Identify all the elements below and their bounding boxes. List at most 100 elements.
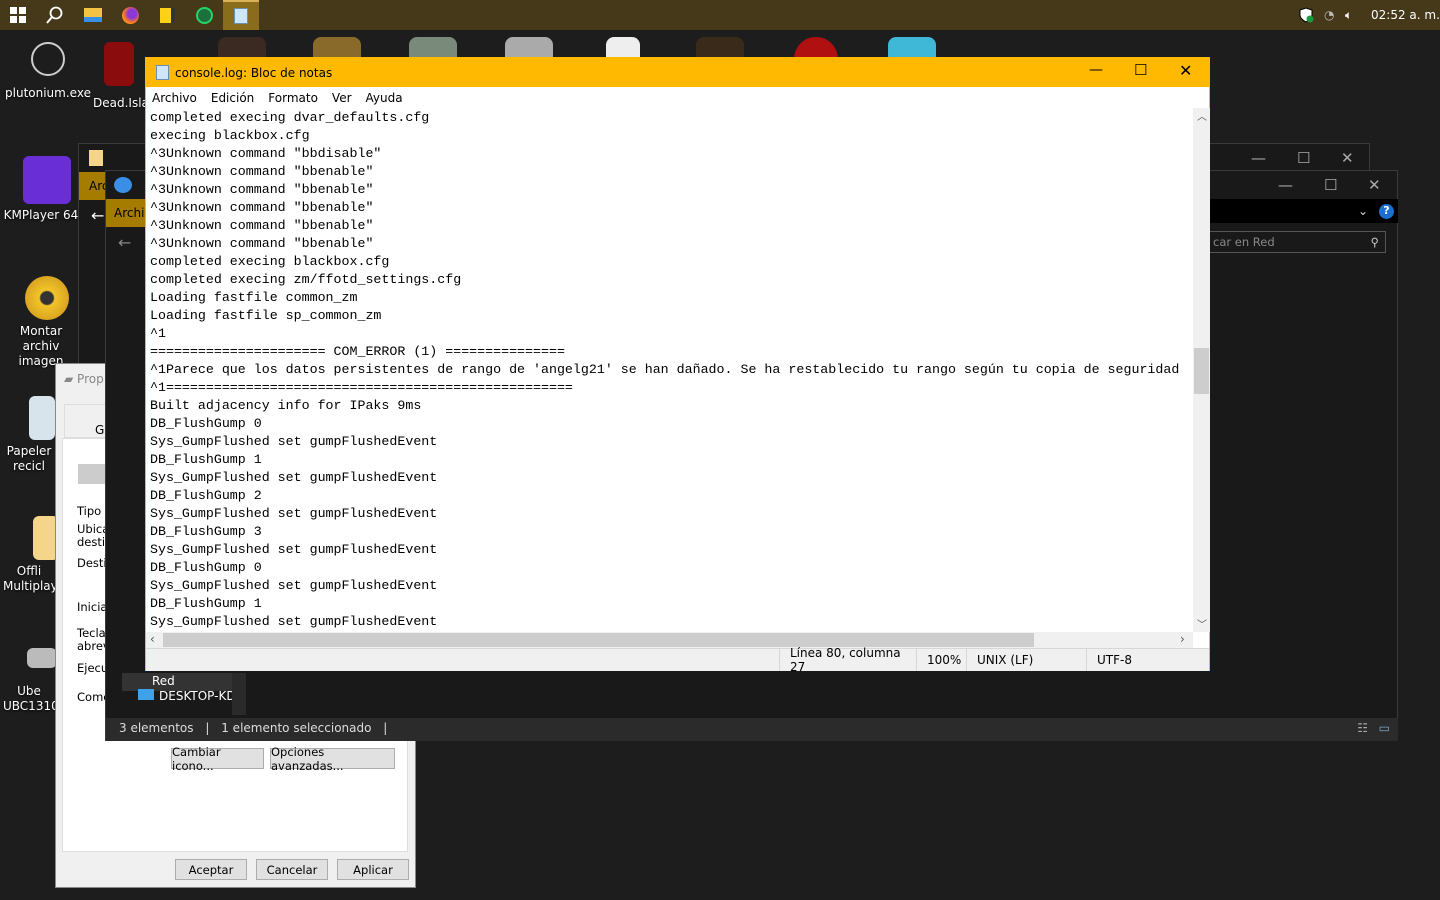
text-editor[interactable]: completed execing dvar_defaults.cfg execi…: [146, 108, 1193, 632]
text-line: completed execing zm/ffotd_settings.cfg: [150, 272, 462, 287]
chevron-down-icon[interactable]: ⌄: [1358, 204, 1368, 218]
maximize-icon[interactable]: ☐: [1297, 149, 1310, 167]
close-icon[interactable]: ✕: [1368, 176, 1381, 194]
help-icon[interactable]: ?: [1379, 204, 1394, 219]
clock[interactable]: 02:52 a. m.: [1371, 0, 1440, 30]
scroll-left-icon[interactable]: ‹: [150, 632, 155, 646]
file-icon[interactable]: [606, 37, 640, 59]
back-arrow-icon[interactable]: ←: [118, 233, 131, 252]
game-icon[interactable]: [696, 37, 744, 59]
minimize-button[interactable]: —: [1089, 62, 1103, 78]
change-icon-button[interactable]: Cambiar icono...: [171, 745, 264, 773]
scroll-thumb[interactable]: [1194, 348, 1209, 394]
search-placeholder: car en Red: [1213, 235, 1275, 249]
details-view-icon[interactable]: ☷: [1357, 721, 1368, 735]
explorer-status-bar: 3 elementos | 1 elemento seleccionado | …: [106, 718, 1398, 741]
text-line: ^1: [150, 326, 166, 341]
gta-icon[interactable]: [409, 37, 457, 59]
text-line: DB_FlushGump 0: [150, 560, 262, 575]
back-arrow-icon[interactable]: ←: [91, 206, 104, 225]
whatsapp-icon[interactable]: [186, 0, 222, 30]
search-icon: ⚲: [1370, 235, 1379, 249]
cursor-position: Línea 80, columna 27: [779, 646, 916, 674]
notepad-window[interactable]: console.log: Bloc de notas — ☐ ✕ Archivo…: [145, 57, 1210, 674]
text-line: completed execing blackbox.cfg: [150, 254, 390, 269]
notepad-icon[interactable]: [223, 0, 259, 30]
nav-label: DESKTOP-KDH: [159, 689, 232, 703]
sticky-notes-icon[interactable]: [149, 0, 185, 30]
game-icon[interactable]: [313, 37, 361, 59]
desktop-icon-dead-island[interactable]: Dead.Isla: [93, 42, 145, 111]
desktop-icon-plutonium[interactable]: plutonium.exe: [3, 42, 93, 101]
apply-button[interactable]: Aplicar: [337, 859, 409, 880]
shortcut-icon: ▰: [64, 372, 78, 386]
desktop-icon-recycle-bin[interactable]: Papeler recicl: [3, 396, 55, 474]
icon-label: KMPlayer 64: [3, 208, 79, 222]
windows-start-icon[interactable]: [0, 0, 36, 30]
advanced-options-button[interactable]: Opciones avanzadas...: [270, 745, 395, 773]
game-icon[interactable]: [505, 37, 553, 59]
wifi-icon[interactable]: ◔: [1324, 0, 1334, 30]
desktop-icon-kmplayer[interactable]: KMPlayer 64: [3, 156, 79, 223]
text-line: Loading fastfile common_zm: [150, 290, 358, 305]
notepad-icon: [156, 65, 169, 80]
computer-icon: [138, 689, 154, 700]
title-bar[interactable]: console.log: Bloc de notas — ☐ ✕: [146, 58, 1209, 87]
icon-label: Montar archiv imagen: [18, 324, 64, 368]
text-line: Sys_GumpFlushed set gumpFlushedEvent: [150, 614, 438, 629]
text-line: completed execing dvar_defaults.cfg: [150, 110, 430, 125]
menu-ayuda[interactable]: Ayuda: [366, 91, 403, 105]
game-icon[interactable]: [218, 37, 266, 59]
desktop-icon-ubc[interactable]: Ube UBC1310: [3, 640, 55, 714]
icon-label: plutonium.exe: [5, 86, 91, 100]
ok-button[interactable]: Aceptar: [175, 859, 247, 880]
close-button[interactable]: ✕: [1179, 61, 1192, 80]
scroll-thumb[interactable]: [163, 633, 1034, 647]
firefox-icon[interactable]: [112, 0, 148, 30]
router-icon: [78, 464, 108, 484]
icon-label: Papeler recicl: [6, 444, 52, 473]
window-title: console.log: Bloc de notas: [175, 66, 333, 80]
dead-island-icon: [104, 42, 134, 86]
line-ending: UNIX (LF): [966, 649, 1086, 671]
game-icon[interactable]: [794, 37, 838, 59]
menu-archivo[interactable]: Archivo: [152, 91, 197, 105]
text-line: Sys_GumpFlushed set gumpFlushedEvent: [150, 434, 438, 449]
shortcut-key-label: Tecla abrevi: [77, 626, 113, 653]
menu-edicion[interactable]: Edición: [211, 91, 254, 105]
maximize-icon[interactable]: ☐: [1324, 176, 1337, 194]
volume-icon[interactable]: 🔈︎: [1345, 0, 1352, 30]
icon-label: Dead.Isla: [93, 96, 145, 110]
scroll-down-icon[interactable]: ﹀: [1197, 616, 1207, 631]
menu-ver[interactable]: Ver: [332, 91, 352, 105]
search-icon[interactable]: [37, 0, 73, 30]
text-line: ^3Unknown command "bbenable": [150, 236, 374, 251]
nav-scrollbar[interactable]: [232, 673, 246, 715]
zoom-level: 100%: [916, 649, 966, 671]
game-icon[interactable]: [888, 37, 936, 59]
file-explorer-icon[interactable]: [75, 0, 111, 30]
folder-icon: [89, 150, 103, 166]
minimize-icon[interactable]: —: [1251, 149, 1266, 167]
close-icon[interactable]: ✕: [1341, 149, 1354, 167]
cancel-button[interactable]: Cancelar: [256, 859, 328, 880]
scroll-up-icon[interactable]: ︿: [1197, 108, 1207, 123]
text-line: ^3Unknown command "bbenable": [150, 218, 374, 233]
scroll-right-icon[interactable]: ›: [1180, 632, 1185, 646]
desktop-icon-offline-multiplayer[interactable]: Offli Multiplay: [3, 516, 55, 594]
vertical-scrollbar[interactable]: ︿ ﹀: [1193, 108, 1210, 632]
item-count: 3 elementos: [119, 721, 194, 735]
maximize-button[interactable]: ☐: [1134, 61, 1147, 79]
search-input[interactable]: car en Red ⚲: [1206, 231, 1386, 253]
nav-item-desktop[interactable]: DESKTOP-KDH: [138, 689, 232, 703]
tiles-view-icon[interactable]: ▭: [1379, 721, 1390, 735]
nav-label: Red: [152, 674, 175, 688]
minimize-icon[interactable]: —: [1278, 176, 1293, 194]
router-icon: [27, 648, 55, 668]
horizontal-scrollbar[interactable]: ‹ ›: [146, 632, 1193, 648]
desktop-icon-mount-image[interactable]: Montar archiv imagen: [3, 276, 79, 369]
text-line: Sys_GumpFlushed set gumpFlushedEvent: [150, 578, 438, 593]
network-icon: [114, 177, 132, 193]
menu-formato[interactable]: Formato: [268, 91, 318, 105]
security-shield-icon[interactable]: [1298, 0, 1314, 30]
